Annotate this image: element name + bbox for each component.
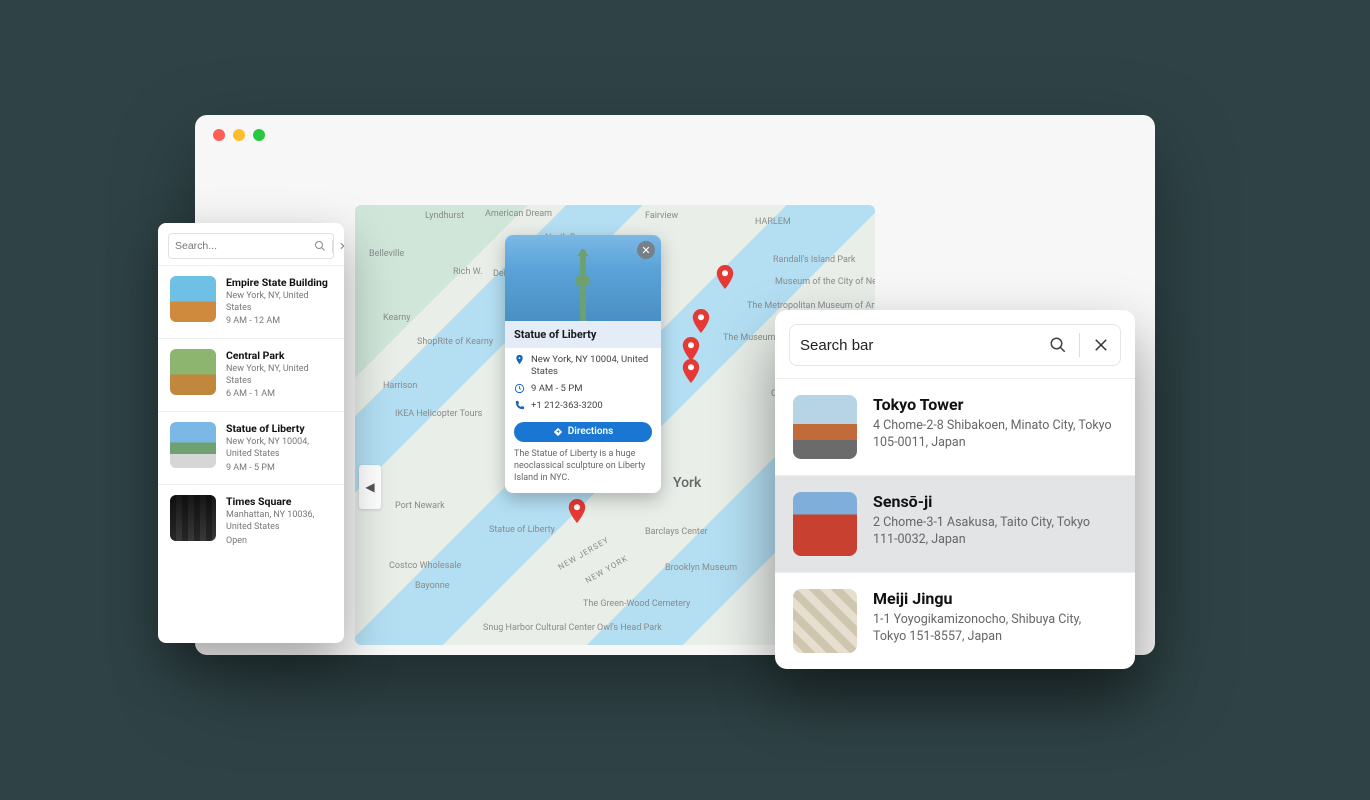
place-hours: 9 AM - 5 PM bbox=[531, 383, 583, 395]
directions-button[interactable]: Directions bbox=[514, 422, 652, 442]
place-hours: Open bbox=[226, 536, 332, 548]
list-item[interactable]: Empire State Building New York, NY, Unit… bbox=[158, 265, 344, 338]
place-phone-row: +1 212-363-3200 bbox=[514, 400, 652, 412]
place-title: Statue of Liberty bbox=[505, 321, 661, 348]
place-hours: 9 AM - 12 AM bbox=[226, 316, 332, 328]
map-pin-icon[interactable] bbox=[701, 333, 715, 347]
search-bar-large[interactable] bbox=[789, 324, 1121, 366]
list-item[interactable]: Statue of Liberty New York, NY 10004, Un… bbox=[158, 411, 344, 484]
place-address: New York, NY, United States bbox=[226, 364, 332, 387]
map-label: York bbox=[673, 475, 701, 491]
map-label: Museum of the City of New York bbox=[775, 277, 865, 287]
phone-icon bbox=[514, 400, 525, 411]
places-sidebar-large: Tokyo Tower 4 Chome-2-8 Shibakoen, Minat… bbox=[775, 310, 1135, 669]
place-hours-row: 9 AM - 5 PM bbox=[514, 383, 652, 395]
map-label: ShopRite of Kearny bbox=[417, 337, 493, 347]
place-thumbnail bbox=[793, 589, 857, 653]
map-label: Bayonne bbox=[415, 581, 449, 591]
place-address: Manhattan, NY 10036, United States bbox=[226, 510, 332, 533]
map-label: IKEA Helicopter Tours bbox=[395, 409, 467, 419]
place-address: New York, NY 10004, United States bbox=[531, 354, 652, 378]
map-label: Brooklyn Museum bbox=[665, 563, 737, 573]
places-list: Empire State Building New York, NY, Unit… bbox=[158, 265, 344, 557]
map-label: Statue of Liberty bbox=[489, 525, 555, 535]
map-label: The Green-Wood Cemetery bbox=[583, 599, 673, 609]
search-bar-small[interactable]: ✕ bbox=[168, 233, 334, 259]
place-address: New York, NY 10004, United States bbox=[226, 437, 332, 460]
place-thumbnail bbox=[170, 495, 216, 541]
map-label: Snug Harbor Cultural Center bbox=[483, 623, 573, 633]
map-label: Barclays Center bbox=[645, 527, 708, 537]
statue-of-liberty-icon bbox=[569, 249, 597, 321]
place-name: Meiji Jingu bbox=[873, 589, 1117, 608]
place-address-row: New York, NY 10004, United States bbox=[514, 354, 652, 378]
places-list: Tokyo Tower 4 Chome-2-8 Shibakoen, Minat… bbox=[775, 378, 1135, 669]
map-pin-icon[interactable] bbox=[577, 523, 591, 537]
place-name: Times Square bbox=[226, 495, 332, 508]
search-icon[interactable] bbox=[1049, 336, 1067, 354]
map-label: Owl's Head Park bbox=[597, 623, 657, 633]
list-item[interactable]: Tokyo Tower 4 Chome-2-8 Shibakoen, Minat… bbox=[775, 378, 1135, 475]
place-thumbnail bbox=[170, 422, 216, 468]
map-label: American Dream bbox=[485, 209, 552, 219]
map-label: Fairview bbox=[645, 211, 678, 221]
place-thumbnail bbox=[793, 492, 857, 556]
map-label: Harrison bbox=[383, 381, 417, 391]
divider bbox=[1079, 333, 1080, 357]
search-icon[interactable] bbox=[314, 240, 326, 252]
map-label: Kearny bbox=[383, 313, 410, 323]
place-address: 1-1 Yoyogikamizonocho, Shibuya City, Tok… bbox=[873, 612, 1117, 646]
window-close-dot[interactable] bbox=[213, 129, 225, 141]
place-address: New York, NY, United States bbox=[226, 291, 332, 314]
place-address: 2 Chome-3-1 Asakusa, Taito City, Tokyo 1… bbox=[873, 515, 1117, 549]
search-input[interactable] bbox=[800, 337, 1041, 354]
map-label: NEW YORK bbox=[584, 554, 630, 586]
place-name: Statue of Liberty bbox=[226, 422, 332, 435]
close-icon[interactable]: ✕ bbox=[637, 241, 655, 259]
window-zoom-dot[interactable] bbox=[253, 129, 265, 141]
list-item[interactable]: Times Square Manhattan, NY 10036, United… bbox=[158, 484, 344, 557]
directions-icon bbox=[553, 427, 563, 437]
place-phone: +1 212-363-3200 bbox=[531, 400, 603, 412]
place-thumbnail bbox=[793, 395, 857, 459]
map-label: Port Newark bbox=[395, 501, 445, 511]
window-minimize-dot[interactable] bbox=[233, 129, 245, 141]
map-pin-icon[interactable] bbox=[691, 383, 705, 397]
map-pin-icon[interactable] bbox=[725, 289, 739, 303]
window-titlebar bbox=[195, 115, 1155, 155]
place-address: 4 Chome-2-8 Shibakoen, Minato City, Toky… bbox=[873, 418, 1117, 452]
list-item[interactable]: Meiji Jingu 1-1 Yoyogikamizonocho, Shibu… bbox=[775, 572, 1135, 669]
map-label: Costco Wholesale bbox=[389, 561, 461, 571]
place-thumbnail bbox=[170, 349, 216, 395]
list-item[interactable]: Sensō-ji 2 Chome-3-1 Asakusa, Taito City… bbox=[775, 475, 1135, 572]
collapse-sidebar-button[interactable]: ◀ bbox=[359, 465, 381, 509]
place-name: Central Park bbox=[226, 349, 332, 362]
place-hours: 6 AM - 1 AM bbox=[226, 389, 332, 401]
place-description: The Statue of Liberty is a huge neoclass… bbox=[505, 448, 661, 493]
place-hero-image: ✕ bbox=[505, 235, 661, 321]
directions-label: Directions bbox=[568, 426, 614, 437]
place-hours: 9 AM - 5 PM bbox=[226, 463, 332, 475]
location-pin-icon bbox=[514, 354, 525, 365]
search-input[interactable] bbox=[175, 240, 310, 252]
map-label: Randall's Island Park bbox=[773, 255, 855, 265]
map-label: Belleville bbox=[369, 249, 404, 259]
list-item[interactable]: Central Park New York, NY, United States… bbox=[158, 338, 344, 411]
clear-search-button[interactable] bbox=[1092, 336, 1110, 354]
place-name: Empire State Building bbox=[226, 276, 332, 289]
clear-search-button[interactable]: ✕ bbox=[332, 240, 344, 253]
places-sidebar-small: ✕ Empire State Building New York, NY, Un… bbox=[158, 223, 344, 643]
map-label: Lyndhurst bbox=[425, 211, 464, 221]
place-thumbnail bbox=[170, 276, 216, 322]
place-name: Sensō-ji bbox=[873, 492, 1117, 511]
place-info-card: ✕ Statue of Liberty New York, NY 10004, … bbox=[505, 235, 661, 493]
map-label: Rich W. bbox=[453, 267, 482, 277]
place-name: Tokyo Tower bbox=[873, 395, 1117, 414]
clock-icon bbox=[514, 383, 525, 394]
map-label: HARLEM bbox=[755, 217, 791, 227]
